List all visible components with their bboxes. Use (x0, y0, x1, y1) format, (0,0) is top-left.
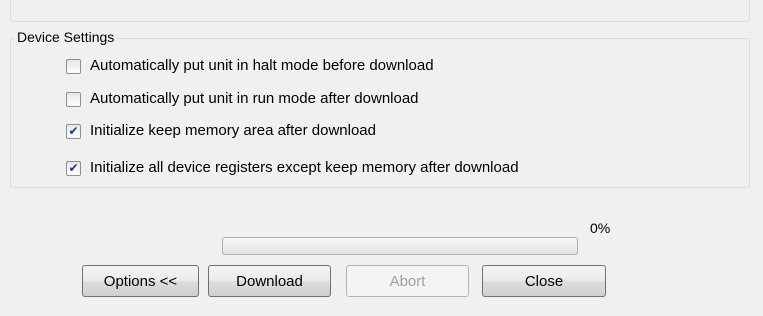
option-halt-before-download[interactable]: Automatically put unit in halt mode befo… (66, 56, 434, 76)
download-progress-bar (222, 237, 578, 255)
device-settings-title: Device Settings (14, 29, 118, 45)
checkbox[interactable]: ✔ (66, 160, 81, 176)
option-label: Automatically put unit in halt mode befo… (90, 57, 434, 74)
abort-button[interactable]: Abort (346, 265, 469, 297)
option-init-keep-memory[interactable]: ✔ Initialize keep memory area after down… (66, 121, 376, 141)
progress-percent: 0% (590, 220, 611, 236)
checkmark-icon: ✔ (68, 124, 79, 138)
options-button[interactable]: Options << (82, 265, 199, 297)
option-run-after-download[interactable]: Automatically put unit in run mode after… (66, 89, 419, 109)
option-label: Automatically put unit in run mode after… (90, 90, 419, 107)
checkbox[interactable] (66, 58, 81, 74)
checkbox[interactable]: ✔ (66, 123, 81, 139)
close-button[interactable]: Close (482, 265, 606, 297)
option-init-all-registers[interactable]: ✔ Initialize all device registers except… (66, 158, 519, 178)
checkmark-icon: ✔ (68, 161, 79, 175)
upper-group-box (10, 0, 750, 22)
download-dialog: Device Settings Automatically put unit i… (0, 0, 763, 316)
checkbox[interactable] (66, 91, 81, 107)
option-label: Initialize all device registers except k… (90, 159, 519, 176)
download-button[interactable]: Download (208, 265, 331, 297)
option-label: Initialize keep memory area after downlo… (90, 122, 376, 139)
